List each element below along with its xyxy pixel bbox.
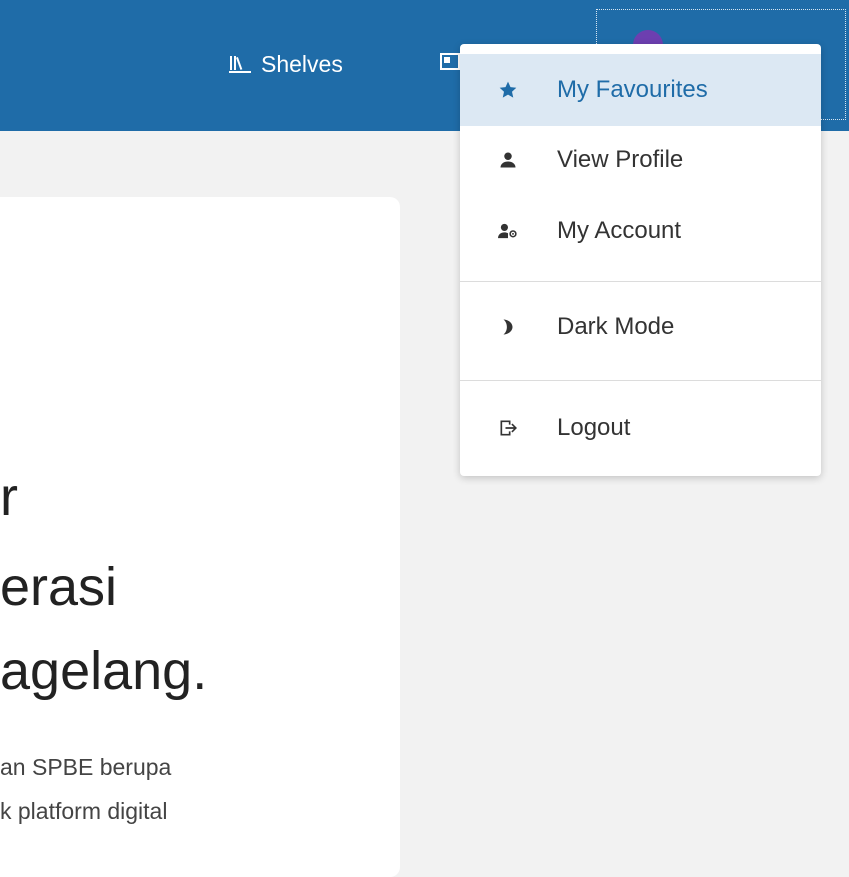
- logout-icon: [497, 417, 519, 439]
- menu-item-logout[interactable]: Logout: [460, 392, 821, 464]
- menu-item-dark-mode[interactable]: Dark Mode: [460, 291, 821, 363]
- hero-heading-line: r: [0, 467, 18, 527]
- hero-heading-line: erasi: [0, 557, 118, 617]
- star-icon: [497, 79, 519, 101]
- hero-body-line: k platform digital: [0, 798, 168, 824]
- menu-item-label: View Profile: [557, 146, 684, 173]
- user-icon: [497, 149, 519, 171]
- moon-icon: [497, 316, 519, 338]
- menu-item-label: Dark Mode: [557, 313, 675, 340]
- menu-item-label: My Favourites: [557, 76, 708, 103]
- menu-divider: [460, 380, 821, 381]
- hero-body-line: an SPBE berupa: [0, 754, 172, 780]
- menu-item-view-profile[interactable]: View Profile: [460, 124, 821, 196]
- hero-heading-line: agelang.: [0, 641, 208, 701]
- books-icon: [440, 51, 462, 78]
- menu-item-favourites[interactable]: My Favourites: [460, 54, 821, 126]
- menu-divider: [460, 281, 821, 282]
- menu-item-my-account[interactable]: My Account: [460, 195, 821, 267]
- nav-books-link[interactable]: [440, 47, 462, 81]
- menu-item-label: My Account: [557, 217, 682, 244]
- user-settings-icon: [497, 220, 519, 242]
- user-dropdown-menu: My Favourites View Profile My Account Da…: [460, 44, 821, 476]
- hero-content: r erasi agelang. an SPBE berupa k platfo…: [0, 0, 400, 838]
- menu-item-label: Logout: [557, 414, 631, 441]
